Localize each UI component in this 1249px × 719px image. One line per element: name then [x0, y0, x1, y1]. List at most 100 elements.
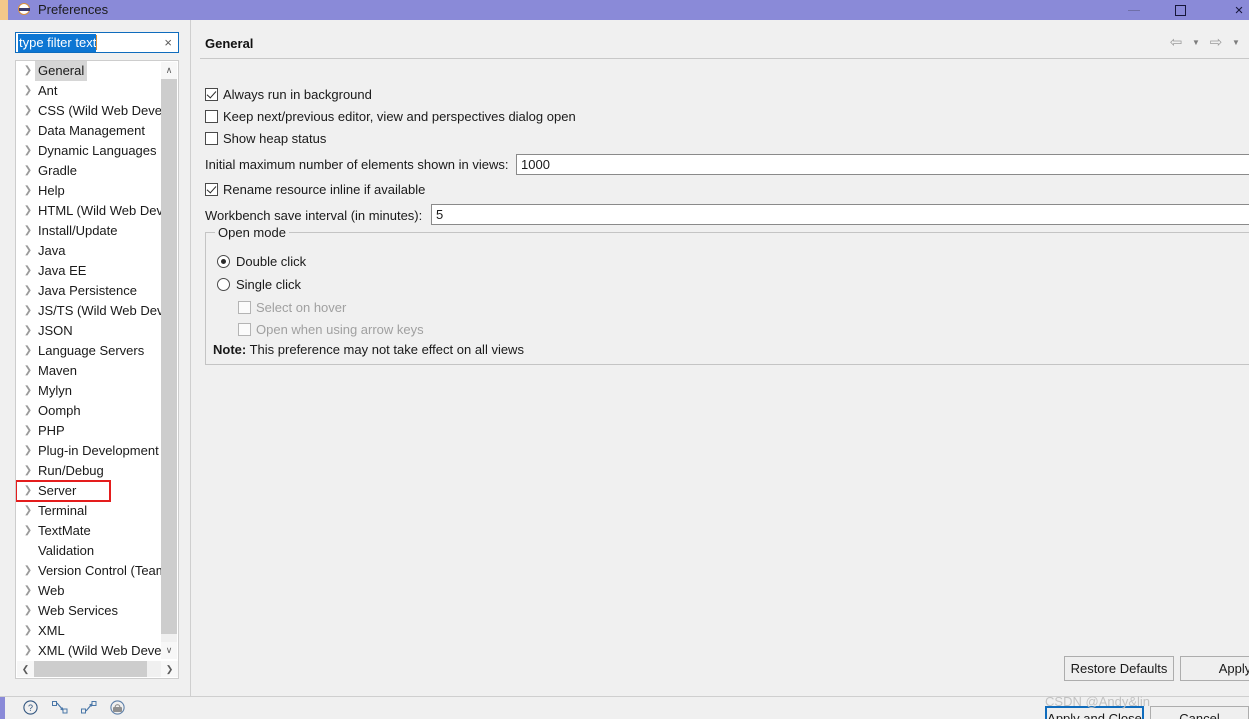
apply-button[interactable]: Apply — [1180, 656, 1249, 681]
chevron-right-icon[interactable]: ❯ — [21, 441, 35, 461]
tree-item[interactable]: ❯ Mylyn — [16, 381, 163, 401]
scroll-right-icon[interactable]: ❯ — [161, 661, 178, 677]
chevron-right-icon[interactable]: ❯ — [21, 601, 35, 621]
tree-item[interactable]: ❯ Version Control (Team — [16, 561, 163, 581]
chevron-right-icon[interactable]: ❯ — [21, 641, 35, 659]
chevron-right-icon[interactable]: ❯ — [21, 381, 35, 401]
chevron-right-icon[interactable]: ❯ — [21, 201, 35, 221]
filter-input[interactable]: type filter text × — [15, 32, 179, 53]
rename-inline-checkbox[interactable] — [205, 183, 218, 196]
chevron-right-icon[interactable]: ❯ — [21, 141, 35, 161]
tree-item[interactable]: ❯ Server — [16, 480, 111, 502]
tree-item[interactable]: ❯ Web — [16, 581, 163, 601]
chevron-right-icon[interactable]: ❯ — [21, 421, 35, 441]
horizontal-scroll-thumb[interactable] — [34, 661, 147, 677]
tree-item[interactable]: ❯ Language Servers — [16, 341, 163, 361]
tree-item[interactable]: ❯ Java — [16, 241, 163, 261]
max-elements-input[interactable]: 1000 — [516, 154, 1249, 175]
tree-item[interactable]: ❯ Ant — [16, 81, 163, 101]
chevron-right-icon[interactable]: ❯ — [21, 521, 35, 541]
keep-dialog-open-checkbox[interactable] — [205, 110, 218, 123]
chevron-right-icon[interactable]: ❯ — [21, 581, 35, 601]
tree-item[interactable]: ❯ Install/Update — [16, 221, 163, 241]
chevron-right-icon[interactable]: ❯ — [21, 281, 35, 301]
single-click-row[interactable]: Single click — [217, 277, 301, 292]
chevron-right-icon[interactable]: ❯ — [21, 561, 35, 581]
chevron-right-icon[interactable]: ❯ — [21, 321, 35, 341]
single-click-radio[interactable] — [217, 278, 230, 291]
tree-item[interactable]: ❯ Oomph — [16, 401, 163, 421]
chevron-right-icon[interactable]: ❯ — [21, 481, 35, 501]
chevron-right-icon[interactable]: ❯ — [21, 501, 35, 521]
tree-item[interactable]: ❯ Terminal — [16, 501, 163, 521]
minimize-icon — [1128, 9, 1140, 11]
chevron-right-icon[interactable]: ❯ — [21, 161, 35, 181]
show-heap-status-row[interactable]: Show heap status — [205, 131, 326, 146]
collapse-all-icon[interactable] — [51, 699, 68, 716]
chevron-right-icon[interactable]: ❯ — [21, 461, 35, 481]
show-heap-status-checkbox[interactable] — [205, 132, 218, 145]
tree-item[interactable]: ❯ JSON — [16, 321, 163, 341]
tree-item[interactable]: ❯ HTML (Wild Web Deve — [16, 201, 163, 221]
scroll-up-icon[interactable]: ∧ — [161, 62, 177, 79]
tree-item[interactable]: ❯ Gradle — [16, 161, 163, 181]
chevron-right-icon[interactable]: ❯ — [21, 181, 35, 201]
minimize-button[interactable] — [1111, 0, 1157, 20]
tree-vertical-scrollbar[interactable]: ∧ ∨ — [161, 62, 177, 659]
chevron-right-icon[interactable]: ❯ — [21, 61, 35, 81]
tree-item[interactable]: ❯ Plug-in Development — [16, 441, 163, 461]
back-arrow-icon[interactable]: ⇦ — [1165, 31, 1187, 53]
tree-item[interactable]: ❯ Web Services — [16, 601, 163, 621]
rename-inline-row[interactable]: Rename resource inline if available — [205, 182, 425, 197]
tree-item[interactable]: ❯ Help — [16, 181, 163, 201]
scroll-left-icon[interactable]: ❮ — [17, 661, 34, 677]
double-click-radio[interactable] — [217, 255, 230, 268]
tree-item[interactable]: ❯ Data Management — [16, 121, 163, 141]
tree-item[interactable]: ❯ General — [16, 61, 163, 81]
keep-dialog-open-row[interactable]: Keep next/previous editor, view and pers… — [205, 109, 576, 124]
link-icon[interactable] — [109, 699, 126, 716]
forward-arrow-icon[interactable]: ⇨ — [1205, 31, 1227, 53]
chevron-right-icon[interactable]: ❯ — [21, 101, 35, 121]
chevron-right-icon[interactable]: ❯ — [21, 341, 35, 361]
maximize-button[interactable] — [1157, 0, 1203, 20]
chevron-right-icon[interactable]: ❯ — [21, 621, 35, 641]
chevron-right-icon[interactable]: ❯ — [21, 261, 35, 281]
vertical-scroll-thumb[interactable] — [161, 79, 177, 634]
always-run-in-background-row[interactable]: Always run in background — [205, 87, 372, 102]
double-click-row[interactable]: Double click — [217, 254, 306, 269]
chevron-right-icon[interactable]: ❯ — [21, 401, 35, 421]
tree-item[interactable]: ❯ XML — [16, 621, 163, 641]
tree-item[interactable]: ❯ Run/Debug — [16, 461, 163, 481]
expand-all-icon[interactable] — [80, 699, 97, 716]
tree-item[interactable]: ❯ XML (Wild Web Devel — [16, 641, 163, 659]
chevron-right-icon[interactable]: ❯ — [21, 121, 35, 141]
tree-item[interactable]: ❯ Java EE — [16, 261, 163, 281]
tree-item[interactable]: ❯ JS/TS (Wild Web Deve — [16, 301, 163, 321]
help-icon[interactable]: ? — [22, 699, 39, 716]
tree-horizontal-scrollbar[interactable]: ❮ ❯ — [17, 661, 178, 677]
tree-item-label: Install/Update — [38, 223, 118, 238]
chevron-right-icon[interactable]: ❯ — [21, 221, 35, 241]
restore-defaults-button[interactable]: Restore Defaults — [1064, 656, 1174, 681]
chevron-right-icon[interactable]: ❯ — [21, 81, 35, 101]
chevron-right-icon[interactable]: ❯ — [21, 241, 35, 261]
tree-item[interactable]: ❯ CSS (Wild Web Develo — [16, 101, 163, 121]
tree-item[interactable]: Validation — [16, 541, 163, 561]
always-run-in-background-checkbox[interactable] — [205, 88, 218, 101]
close-button[interactable]: × — [1203, 0, 1249, 20]
close-icon: × — [1234, 1, 1244, 19]
chevron-right-icon[interactable]: ❯ — [21, 301, 35, 321]
tree-item[interactable]: ❯ Dynamic Languages — [16, 141, 163, 161]
chevron-right-icon[interactable]: ❯ — [21, 361, 35, 381]
back-history-chevron-down-icon[interactable]: ▼ — [1189, 31, 1203, 53]
tree-item[interactable]: ❯ TextMate — [16, 521, 163, 541]
scroll-down-icon[interactable]: ∨ — [161, 642, 177, 659]
tree-item[interactable]: ❯ PHP — [16, 421, 163, 441]
tree-item[interactable]: ❯ Java Persistence — [16, 281, 163, 301]
tree-item[interactable]: ❯ Maven — [16, 361, 163, 381]
clear-filter-icon[interactable]: × — [164, 35, 172, 51]
cancel-button[interactable]: Cancel — [1150, 706, 1249, 719]
save-interval-input[interactable]: 5 — [431, 204, 1249, 225]
forward-history-chevron-down-icon[interactable]: ▼ — [1229, 31, 1243, 53]
